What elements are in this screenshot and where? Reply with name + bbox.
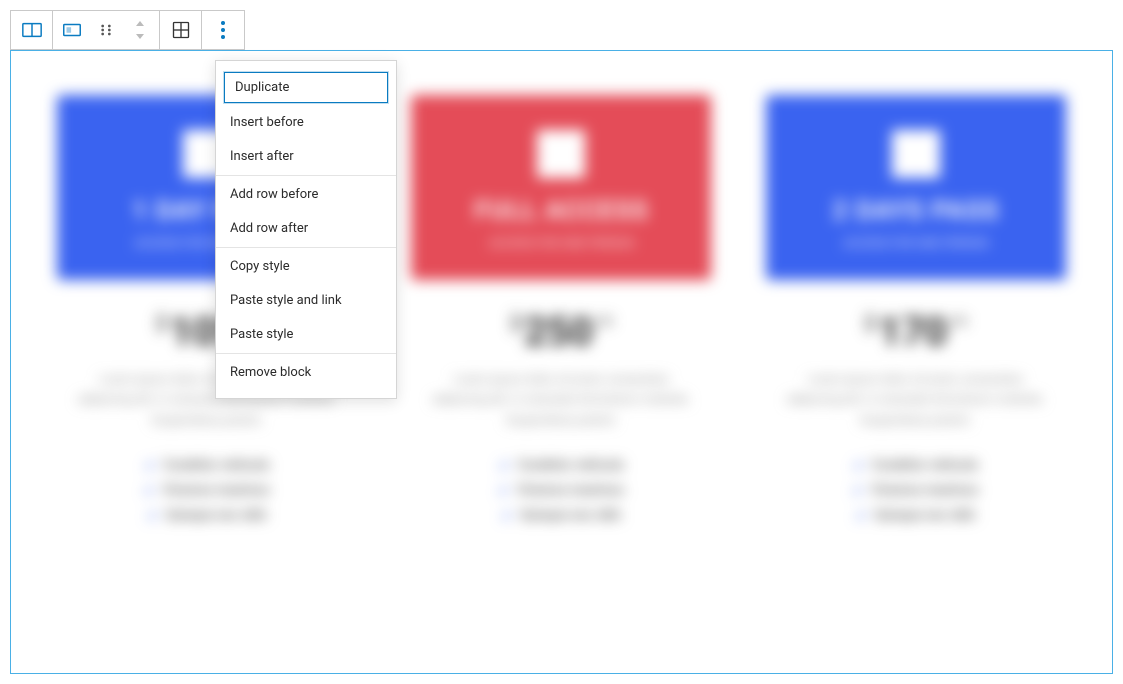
card-price: $ 170 99	[864, 308, 968, 355]
menu-item-insert-before[interactable]: Insert before	[216, 106, 396, 139]
card-subtitle: ACCESS FOR ONE PERSON	[776, 236, 1056, 250]
columns-block-button[interactable]	[11, 11, 53, 49]
drag-handle-icon	[98, 22, 114, 38]
menu-item-add-row-before[interactable]: Add row before	[216, 178, 396, 211]
feature-item: Curabitur vehicula	[499, 458, 624, 473]
block-toolbar	[10, 10, 245, 50]
feature-item: Curabitur vehicula	[853, 458, 978, 473]
pricing-card: FULL ACCESS ACCESS FOR ONE PERSON $ 250 …	[411, 95, 711, 533]
editor-canvas: 1 DAY PASS ACCESS FOR ONE PERSON $ 105 9…	[0, 0, 1123, 684]
move-arrows-icon	[133, 20, 147, 40]
change-layout-button[interactable]	[160, 11, 202, 49]
grid-layout-icon	[171, 20, 191, 40]
container-icon	[61, 19, 83, 41]
card-description: Lorem ipsum dolor sit amet, consectetur …	[411, 369, 711, 430]
menu-item-remove-block[interactable]: Remove block	[216, 356, 396, 389]
pricing-row: 1 DAY PASS ACCESS FOR ONE PERSON $ 105 9…	[10, 55, 1113, 573]
toolbar-group	[53, 11, 160, 49]
bookmark-icon	[537, 130, 585, 178]
feature-item: Vivamus maximus	[853, 483, 978, 498]
feature-item: Quisque nec nibh	[145, 508, 270, 523]
card-description: Lorem ipsum dolor sit amet, consectetur …	[766, 369, 1066, 430]
pricing-card: 2 DAYS PASS ACCESS FOR ONE PERSON $ 170 …	[766, 95, 1066, 533]
menu-item-paste-style-link[interactable]: Paste style and link	[216, 284, 396, 317]
card-features: Curabitur vehicula Vivamus maximus Quisq…	[853, 448, 978, 533]
card-features: Curabitur vehicula Vivamus maximus Quisq…	[499, 448, 624, 533]
card-title: 2 DAYS PASS	[776, 196, 1056, 226]
feature-item: Curabitur vehicula	[145, 458, 270, 473]
menu-separator	[216, 353, 396, 354]
menu-item-copy-style[interactable]: Copy style	[216, 250, 396, 283]
card-subtitle: ACCESS FOR ONE PERSON	[421, 236, 701, 250]
menu-item-paste-style[interactable]: Paste style	[216, 318, 396, 351]
feature-item: Quisque nec nibh	[853, 508, 978, 523]
more-options-icon	[220, 21, 226, 39]
menu-item-add-row-after[interactable]: Add row after	[216, 212, 396, 245]
more-options-button[interactable]	[202, 11, 244, 49]
card-title: FULL ACCESS	[421, 196, 701, 226]
feature-item: Vivamus maximus	[145, 483, 270, 498]
card-features: Curabitur vehicula Vivamus maximus Quisq…	[145, 448, 270, 533]
move-up-down-button[interactable]	[123, 11, 157, 49]
menu-item-insert-after[interactable]: Insert after	[216, 140, 396, 173]
feature-item: Quisque nec nibh	[499, 508, 624, 523]
columns-icon	[21, 19, 43, 41]
block-options-menu: Duplicate Insert before Insert after Add…	[215, 60, 397, 399]
tag-icon	[892, 130, 940, 178]
menu-item-duplicate[interactable]: Duplicate	[224, 72, 388, 103]
drag-handle-button[interactable]	[89, 11, 123, 49]
menu-separator	[216, 247, 396, 248]
card-price: $ 250 99	[510, 308, 614, 355]
menu-separator	[216, 175, 396, 176]
card-header: 2 DAYS PASS ACCESS FOR ONE PERSON	[766, 95, 1066, 280]
feature-item: Vivamus maximus	[499, 483, 624, 498]
card-header: FULL ACCESS ACCESS FOR ONE PERSON	[411, 95, 711, 280]
container-block-button[interactable]	[55, 11, 89, 49]
